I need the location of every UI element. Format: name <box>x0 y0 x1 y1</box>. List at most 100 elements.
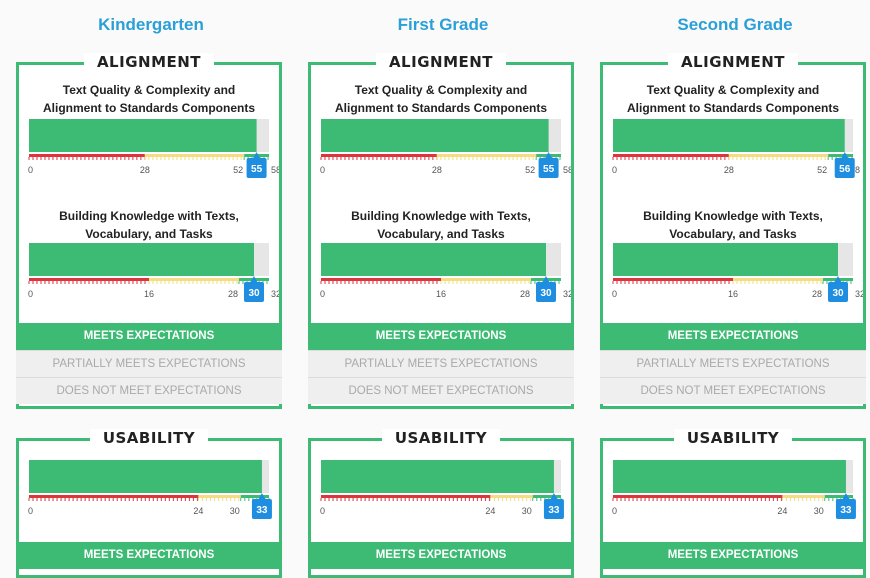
rating-meets-expectations: MEETS EXPECTATIONS <box>16 542 282 569</box>
tick-label: 0 <box>320 506 325 516</box>
tick-label: 24 <box>777 506 787 516</box>
tick-label: 0 <box>612 289 617 299</box>
alignment-heading: ALIGNMENT <box>375 53 507 71</box>
usability-heading: USABILITY <box>381 429 501 447</box>
tick-label: 28 <box>432 165 442 175</box>
tick-label: 8 <box>855 165 860 175</box>
alignment-heading: ALIGNMENT <box>667 53 799 71</box>
tick-label: 28 <box>140 165 150 175</box>
score-bar <box>321 119 549 152</box>
tick-label: 32 <box>271 289 279 299</box>
tick-label: 0 <box>28 289 33 299</box>
usability-panel-second-grade: USABILITY 0 24 30 33 MEETS EXPECTATIONS <box>600 429 866 578</box>
metric-title: Building Knowledge with Texts, Vocabular… <box>59 209 239 241</box>
score-bar <box>321 243 546 276</box>
alignment-panel-second-grade: ALIGNMENT Text Quality & Complexity and … <box>600 53 866 409</box>
rating-does-not-meet-expectations: DOES NOT MEET EXPECTATIONS <box>16 377 282 404</box>
usability-heading: USABILITY <box>89 429 209 447</box>
tick-label: 32 <box>563 289 571 299</box>
band-yellow <box>728 154 829 157</box>
score-bar <box>613 243 838 276</box>
band-red <box>29 495 199 498</box>
band-red <box>29 278 149 281</box>
band-green <box>828 154 853 157</box>
tick-label: 16 <box>728 289 738 299</box>
band-yellow <box>441 278 531 281</box>
score-value: 55 <box>543 164 555 175</box>
tick-label: 58 <box>563 165 571 175</box>
tick-label: 30 <box>522 506 532 516</box>
metric-title: Text Quality & Complexity and Alignment … <box>626 83 839 115</box>
band-yellow <box>733 278 823 281</box>
band-yellow <box>436 154 537 157</box>
band-yellow <box>782 495 825 498</box>
tick-label: 0 <box>612 506 617 516</box>
rating-meets-expectations: MEETS EXPECTATIONS <box>308 323 574 350</box>
band-red <box>321 278 441 281</box>
gauge-building-knowledge: 0 16 28 32 30 <box>612 243 863 302</box>
usability-panel-kindergarten: USABILITY 0 24 30 33 MEETS EXPECTATIONS <box>16 429 282 578</box>
usability-panel-first-grade: USABILITY 0 24 30 33 MEETS EXPECTATIONS <box>308 429 574 578</box>
score-value: 56 <box>839 164 851 175</box>
tick-label: 52 <box>817 165 827 175</box>
rating-meets-expectations: MEETS EXPECTATIONS <box>600 323 866 350</box>
tick-label: 52 <box>525 165 535 175</box>
gauge-usability: 0 24 30 33 <box>320 460 564 519</box>
rating-meets-expectations: MEETS EXPECTATIONS <box>308 542 574 569</box>
tick-label: 52 <box>233 165 243 175</box>
rating-partially-meets-expectations: PARTIALLY MEETS EXPECTATIONS <box>308 350 574 377</box>
column-title-second-grade: Second Grade <box>677 15 793 34</box>
rating-partially-meets-expectations: PARTIALLY MEETS EXPECTATIONS <box>600 350 866 377</box>
gauge-usability: 0 24 30 33 <box>28 460 272 519</box>
band-red <box>613 278 733 281</box>
alignment-panel-first-grade: ALIGNMENT Text Quality & Complexity and … <box>308 53 574 409</box>
tick-label: 0 <box>320 165 325 175</box>
gauge-text-quality: 0 28 52 58 55 <box>320 119 571 178</box>
band-green <box>824 495 853 498</box>
alignment-heading: ALIGNMENT <box>83 53 215 71</box>
gauge-usability: 0 24 30 33 <box>612 460 856 519</box>
tick-label: 28 <box>520 289 530 299</box>
metric-title: Text Quality & Complexity and Alignment … <box>334 83 547 115</box>
tick-label: 0 <box>320 289 325 299</box>
score-bar <box>29 119 257 152</box>
band-yellow <box>149 278 239 281</box>
band-yellow <box>144 154 245 157</box>
score-bar <box>29 460 262 493</box>
usability-heading: USABILITY <box>673 429 793 447</box>
band-yellow <box>490 495 533 498</box>
column-title-kindergarten: Kindergarten <box>98 15 204 34</box>
rating-does-not-meet-expectations: DOES NOT MEET EXPECTATIONS <box>308 377 574 404</box>
band-green <box>532 495 561 498</box>
score-bar <box>613 460 846 493</box>
metric-title: Building Knowledge with Texts, Vocabular… <box>643 209 823 241</box>
score-value: 33 <box>548 505 560 516</box>
tick-label: 24 <box>485 506 495 516</box>
metric-title: Building Knowledge with Texts, Vocabular… <box>351 209 531 241</box>
rating-does-not-meet-expectations: DOES NOT MEET EXPECTATIONS <box>600 377 866 404</box>
tick-label: 0 <box>612 165 617 175</box>
gauge-building-knowledge: 0 16 28 32 30 <box>320 243 571 302</box>
band-red <box>613 154 729 157</box>
score-value: 30 <box>248 288 260 299</box>
band-red <box>321 154 437 157</box>
column-title-first-grade: First Grade <box>397 15 489 34</box>
score-value: 30 <box>832 288 844 299</box>
band-red <box>613 495 783 498</box>
tick-label: 24 <box>193 506 203 516</box>
score-bar <box>29 243 254 276</box>
tick-label: 32 <box>855 289 863 299</box>
alignment-panel-kindergarten: ALIGNMENT Text Quality & Complexity and … <box>16 53 282 409</box>
tick-label: 16 <box>144 289 154 299</box>
gauge-text-quality: 0 28 52 58 55 <box>28 119 279 178</box>
score-value: 33 <box>256 505 268 516</box>
metric-title: Text Quality & Complexity and Alignment … <box>42 83 255 115</box>
tick-label: 30 <box>230 506 240 516</box>
tick-label: 0 <box>28 165 33 175</box>
rating-meets-expectations: MEETS EXPECTATIONS <box>600 542 866 569</box>
gauge-text-quality: 0 28 52 8 56 <box>612 119 860 178</box>
tick-label: 16 <box>436 289 446 299</box>
band-red <box>321 495 491 498</box>
score-value: 30 <box>540 288 552 299</box>
score-value: 33 <box>840 505 852 516</box>
